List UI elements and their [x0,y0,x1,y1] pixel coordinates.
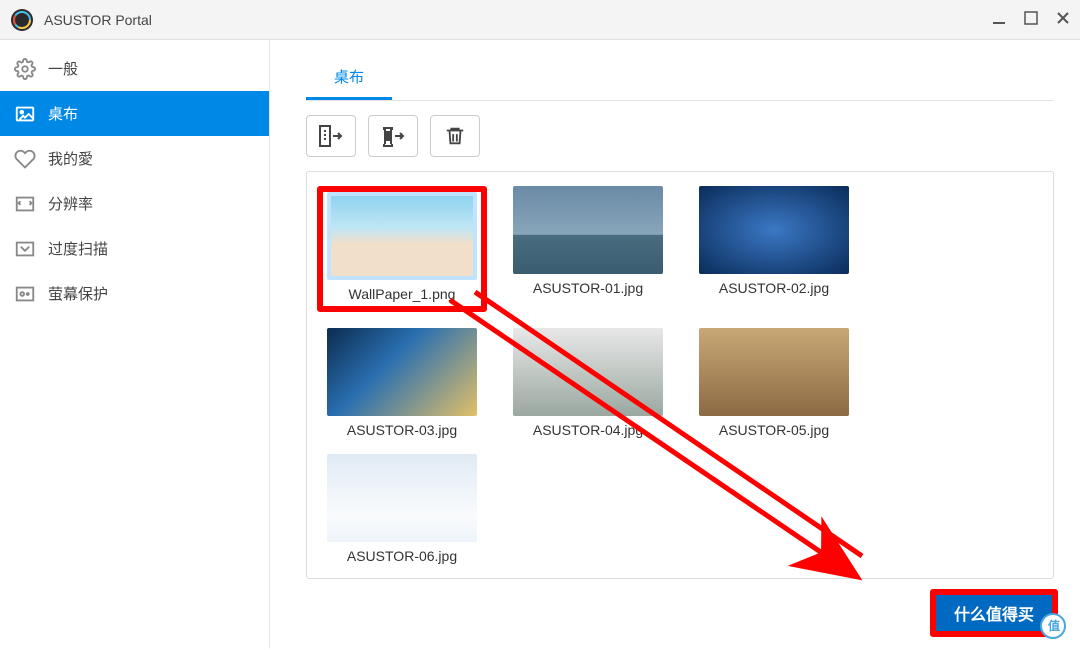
thumb-caption: WallPaper_1.png [349,286,456,302]
tabs: 桌布 [306,58,1054,101]
apply-button[interactable]: 什么值得买 [936,595,1052,631]
close-button[interactable] [1056,11,1070,28]
titlebar: ASUSTOR Portal [0,0,1080,40]
thumb-image [513,328,663,416]
toolbar [306,115,1054,157]
minimize-button[interactable] [992,11,1006,28]
window-title: ASUSTOR Portal [44,12,992,28]
heart-icon [14,148,36,170]
thumb-caption: ASUSTOR-05.jpg [719,422,829,438]
wallpaper-thumb[interactable]: ASUSTOR-01.jpg [503,186,673,312]
wallpaper-gallery: WallPaper_1.png ASUSTOR-01.jpg ASUSTOR-0… [306,171,1054,579]
sidebar-item-label: 过度扫描 [48,238,108,259]
thumb-image [699,328,849,416]
sidebar-item-resolution[interactable]: 分辨率 [0,181,269,226]
wallpaper-thumb[interactable]: ASUSTOR-05.jpg [689,328,859,438]
apply-button-label: 什么值得买 [954,601,1034,625]
thumb-image [327,192,477,280]
sidebar-item-overscan[interactable]: 过度扫描 [0,226,269,271]
screensaver-icon [14,283,36,305]
import-button[interactable] [306,115,356,157]
wallpaper-thumb[interactable]: ASUSTOR-02.jpg [689,186,859,312]
app-icon [10,8,34,32]
thumb-caption: ASUSTOR-01.jpg [533,280,643,296]
sidebar-item-label: 分辨率 [48,193,93,214]
thumb-image [327,328,477,416]
wallpaper-thumb[interactable]: ASUSTOR-06.jpg [317,454,487,564]
thumb-caption: ASUSTOR-04.jpg [533,422,643,438]
image-icon [14,103,36,125]
thumb-caption: ASUSTOR-06.jpg [347,548,457,564]
thumb-image [699,186,849,274]
main-panel: 桌布 [270,40,1080,649]
sidebar-item-wallpaper[interactable]: 桌布 [0,91,269,136]
wallpaper-thumb[interactable]: ASUSTOR-03.jpg [317,328,487,438]
thumb-caption: ASUSTOR-02.jpg [719,280,829,296]
thumb-image [327,454,477,542]
window-controls [992,11,1070,28]
sidebar: 一般 桌布 我的愛 分辨率 过度扫描 [0,40,270,649]
apply-button-highlight: 什么值得买 [930,589,1058,637]
overscan-icon [14,238,36,260]
sidebar-item-label: 桌布 [48,103,78,124]
thumb-image [513,186,663,274]
sidebar-item-label: 一般 [48,58,78,79]
thumb-caption: ASUSTOR-03.jpg [347,422,457,438]
wallpaper-thumb[interactable]: WallPaper_1.png [317,186,487,312]
delete-button[interactable] [430,115,480,157]
sidebar-item-label: 萤幕保护 [48,283,108,304]
sidebar-item-label: 我的愛 [48,148,93,169]
sidebar-item-screensaver[interactable]: 萤幕保护 [0,271,269,316]
gear-icon [14,58,36,80]
tab-wallpaper[interactable]: 桌布 [306,58,392,100]
maximize-button[interactable] [1024,11,1038,28]
resolution-icon [14,193,36,215]
export-button[interactable] [368,115,418,157]
sidebar-item-general[interactable]: 一般 [0,46,269,91]
sidebar-item-favorites[interactable]: 我的愛 [0,136,269,181]
wallpaper-thumb[interactable]: ASUSTOR-04.jpg [503,328,673,438]
